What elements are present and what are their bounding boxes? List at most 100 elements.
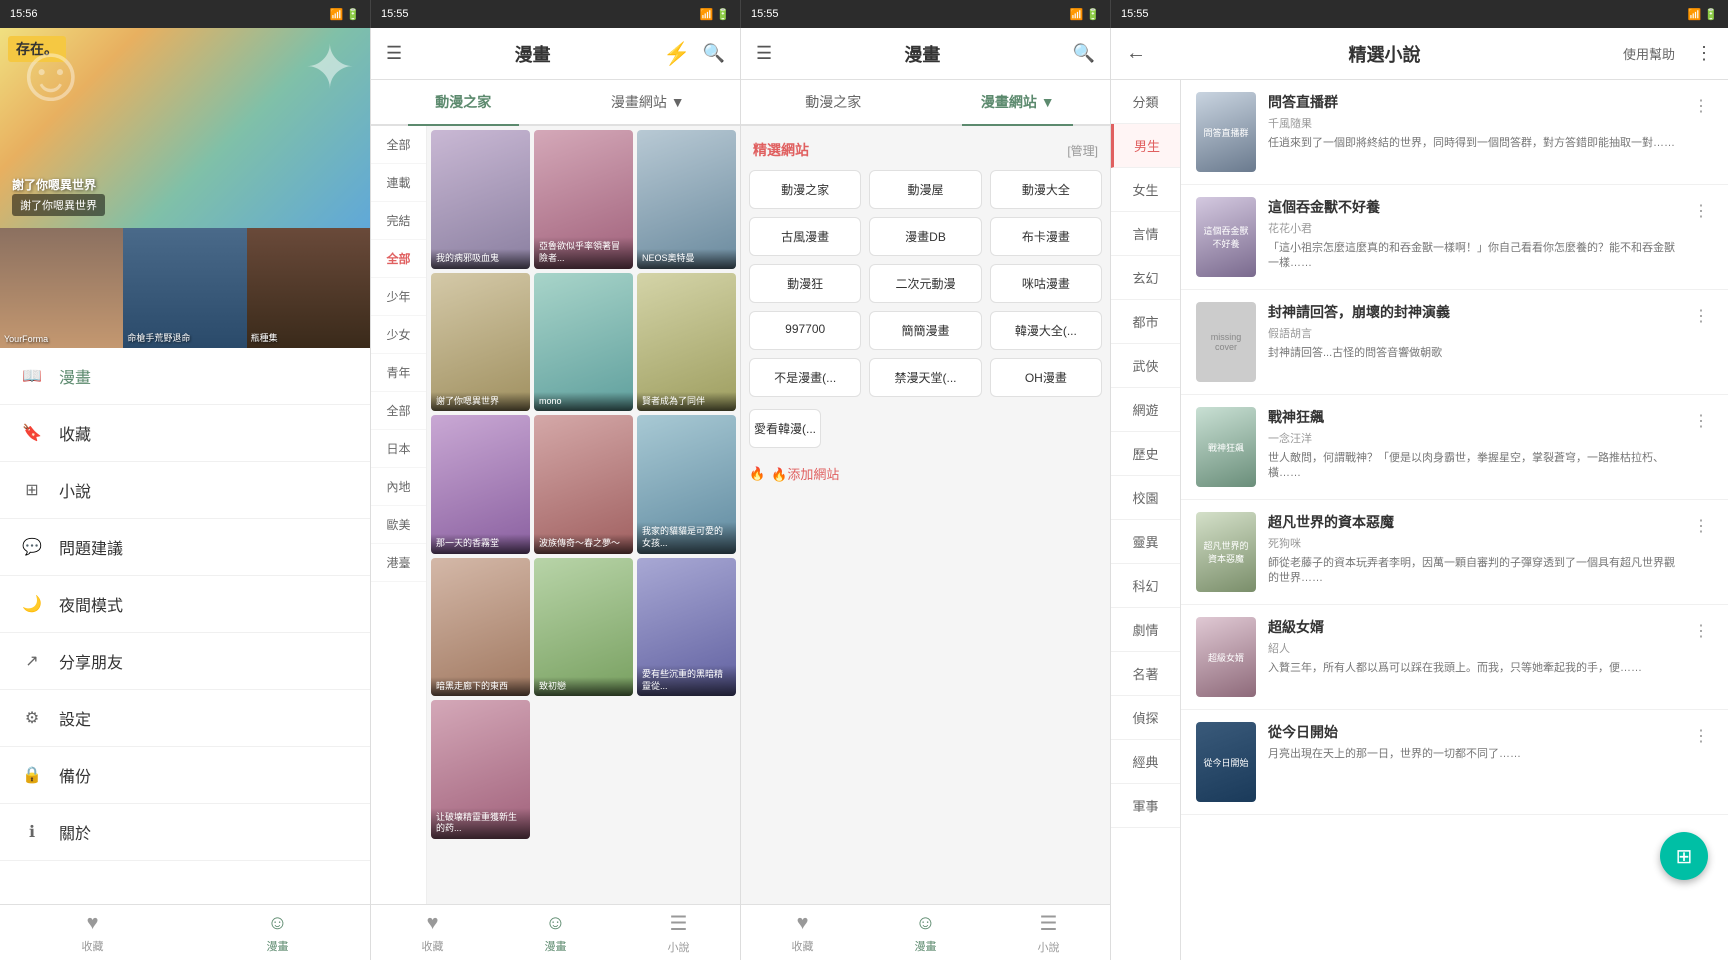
manga-nav-novel[interactable]: ☰ 小說 — [617, 905, 740, 960]
novel-cat-wuxia[interactable]: 武俠 — [1111, 344, 1180, 388]
novel-cat-xiaoyuan[interactable]: 校園 — [1111, 476, 1180, 520]
manga-card-c5[interactable]: mono — [534, 273, 633, 412]
cat-ongoing[interactable]: 連載 — [371, 164, 426, 202]
novel-item-n1[interactable]: 問答直播群 問答直播群 千風隨果 任逍來到了一個即將終結的世界，同時得到一個問答… — [1181, 80, 1728, 185]
cat-all3[interactable]: 全部 — [371, 392, 426, 430]
manga-card-c8[interactable]: 波族傳奇～春之夢～ — [534, 415, 633, 554]
manga-card-c1[interactable]: 我的病邪吸血鬼 — [431, 130, 530, 269]
site-btn-s11[interactable]: 簡簡漫畫 — [869, 311, 981, 350]
manga-card-c12[interactable]: 愛有些沉重的黑暗精靈從... — [637, 558, 736, 697]
back-button[interactable]: ← — [1126, 42, 1146, 65]
manga-card-c11[interactable]: 致初戀 — [534, 558, 633, 697]
sidebar-item-backup[interactable]: 🔒 備份 — [0, 747, 370, 804]
novel-cat-nvsheng[interactable]: 女生 — [1111, 168, 1180, 212]
manga-card-c9[interactable]: 我家的貓貓是可愛的女孩... — [637, 415, 736, 554]
novel-cat-lishi[interactable]: 歷史 — [1111, 432, 1180, 476]
hamburger-icon-w[interactable]: ☰ — [756, 43, 772, 64]
tab-dongman-w[interactable]: 動漫之家 — [741, 80, 926, 124]
novel-more-n4[interactable]: ⋮ — [1689, 407, 1713, 435]
novel-more-n6[interactable]: ⋮ — [1689, 617, 1713, 645]
cat-shojo[interactable]: 少女 — [371, 316, 426, 354]
tab-websites-w[interactable]: 漫畫網站 ▼ — [926, 80, 1111, 124]
search-icon-manga[interactable]: 🔍 — [703, 43, 725, 64]
manga-card-c3[interactable]: NEOS奧特曼 — [637, 130, 736, 269]
novel-item-n6[interactable]: 超級女婿 超級女婿 紹人 入贅三年，所有人都以爲可以踩在我頭上。而我，只等她牽起… — [1181, 605, 1728, 710]
cat-all2[interactable]: 全部 — [371, 240, 426, 278]
novel-cat-jingdian[interactable]: 經典 — [1111, 740, 1180, 784]
novel-cat-yanqing[interactable]: 言情 — [1111, 212, 1180, 256]
novel-more-n5[interactable]: ⋮ — [1689, 512, 1713, 540]
manga-card-c7[interactable]: 那一天的香霧堂 — [431, 415, 530, 554]
novel-more-n2[interactable]: ⋮ — [1689, 197, 1713, 225]
manga-card-c6[interactable]: 賢者成為了同伴 — [637, 273, 736, 412]
websites-nav-manga[interactable]: ☺ 漫畫 — [864, 905, 987, 960]
site-btn-s16[interactable]: 愛看韓漫(... — [749, 409, 821, 448]
site-btn-s7[interactable]: 動漫狂 — [749, 264, 861, 303]
sidebar-item-share[interactable]: ↗ 分享朋友 — [0, 633, 370, 690]
cover-thumb-3[interactable]: 瓶種集 — [247, 228, 370, 348]
site-btn-s2[interactable]: 動漫屋 — [869, 170, 981, 209]
novel-cat-fenlei[interactable]: 分類 — [1111, 80, 1180, 124]
manga-card-c4[interactable]: 謝了你嗯異世界 — [431, 273, 530, 412]
help-label[interactable]: 使用幫助 — [1623, 44, 1675, 63]
sidebar-item-nightmode[interactable]: 🌙 夜間模式 — [0, 576, 370, 633]
sidebar-item-manga[interactable]: 📖 漫畫 — [0, 348, 370, 405]
cat-westus[interactable]: 歐美 — [371, 506, 426, 544]
novel-cat-xuanhuan[interactable]: 玄幻 — [1111, 256, 1180, 300]
manga-card-c2[interactable]: 亞魯欲似乎率領著冒險者... — [534, 130, 633, 269]
site-btn-s6[interactable]: 布卡漫畫 — [990, 217, 1102, 256]
novel-cat-junshi[interactable]: 軍事 — [1111, 784, 1180, 828]
novel-cat-wangyou[interactable]: 網遊 — [1111, 388, 1180, 432]
novel-cat-dushi[interactable]: 都市 — [1111, 300, 1180, 344]
sidebar-item-settings[interactable]: ⚙ 設定 — [0, 690, 370, 747]
sidebar-item-about[interactable]: ℹ 關於 — [0, 804, 370, 861]
novel-cat-juqing[interactable]: 劇情 — [1111, 608, 1180, 652]
novel-item-n3[interactable]: missing cover 封神請回答，崩壞的封神演義 假語胡言 封神請回答..… — [1181, 290, 1728, 395]
novel-cat-kehuan[interactable]: 科幻 — [1111, 564, 1180, 608]
novel-item-n7[interactable]: 從今日開始 從今日開始 月亮出現在天上的那一日，世界的一切都不同了…… ⋮ — [1181, 710, 1728, 815]
cat-mainland[interactable]: 內地 — [371, 468, 426, 506]
hamburger-icon[interactable]: ☰ — [386, 43, 402, 64]
site-btn-s10[interactable]: 997700 — [749, 311, 861, 350]
site-btn-s15[interactable]: OH漫畫 — [990, 358, 1102, 397]
novel-more-n3[interactable]: ⋮ — [1689, 302, 1713, 330]
cat-all1[interactable]: 全部 — [371, 126, 426, 164]
novel-cat-mingzhu[interactable]: 名著 — [1111, 652, 1180, 696]
manga-nav-manga[interactable]: ☺ 漫畫 — [494, 905, 617, 960]
site-btn-s4[interactable]: 古風漫畫 — [749, 217, 861, 256]
sidebar-item-novel[interactable]: ⊞ 小說 — [0, 462, 370, 519]
cat-japan[interactable]: 日本 — [371, 430, 426, 468]
sidebar-nav-manga[interactable]: ☺ 漫畫 — [185, 905, 370, 960]
manga-card-c10[interactable]: 暗黑走廊下的東西 — [431, 558, 530, 697]
websites-nav-novel[interactable]: ☰ 小說 — [987, 905, 1110, 960]
site-btn-s12[interactable]: 韓漫大全(... — [990, 311, 1102, 350]
site-btn-s8[interactable]: 二次元動漫 — [869, 264, 981, 303]
websites-nav-favorites[interactable]: ♥ 收藏 — [741, 905, 864, 960]
tab-dongman[interactable]: 動漫之家 — [371, 80, 556, 124]
site-btn-s5[interactable]: 漫畫DB — [869, 217, 981, 256]
site-btn-s1[interactable]: 動漫之家 — [749, 170, 861, 209]
sidebar-item-feedback[interactable]: 💬 問題建議 — [0, 519, 370, 576]
novel-more-n1[interactable]: ⋮ — [1689, 92, 1713, 120]
site-btn-s9[interactable]: 咪咕漫畫 — [990, 264, 1102, 303]
manage-button[interactable]: [管理] — [1067, 142, 1098, 159]
novel-cat-nansheng[interactable]: 男生 — [1111, 124, 1180, 168]
novel-fab-button[interactable]: ⊞ — [1660, 832, 1708, 880]
novel-item-n5[interactable]: 超凡世界的資本惡魔 超凡世界的資本惡魔 死狗咪 師從老藤子的資本玩弄者李明，因萬… — [1181, 500, 1728, 605]
more-icon-novel[interactable]: ⋮ — [1695, 43, 1713, 64]
cat-complete[interactable]: 完結 — [371, 202, 426, 240]
cat-shonen[interactable]: 少年 — [371, 278, 426, 316]
lightning-icon[interactable]: ⚡ — [663, 41, 690, 67]
sidebar-nav-favorites[interactable]: ♥ 收藏 — [0, 905, 185, 960]
novel-more-n7[interactable]: ⋮ — [1689, 722, 1713, 750]
site-btn-s3[interactable]: 動漫大全 — [990, 170, 1102, 209]
site-btn-s13[interactable]: 不是漫畫(... — [749, 358, 861, 397]
cover-thumb-1[interactable]: YourForma — [0, 228, 123, 348]
add-site-button[interactable]: 🔥 🔥添加網站 — [749, 460, 839, 487]
cat-seinen[interactable]: 青年 — [371, 354, 426, 392]
cat-hktw[interactable]: 港臺 — [371, 544, 426, 582]
cover-thumb-2[interactable]: 命槍手荒野退命 — [123, 228, 246, 348]
tab-websites[interactable]: 漫畫網站 ▼ — [556, 80, 741, 124]
novel-cat-zhentan[interactable]: 偵探 — [1111, 696, 1180, 740]
site-btn-s14[interactable]: 禁漫天堂(... — [869, 358, 981, 397]
